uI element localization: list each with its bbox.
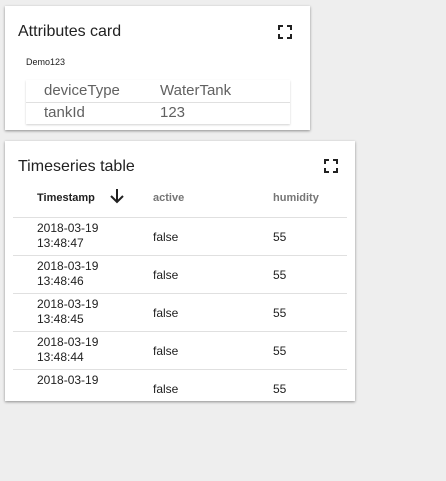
table-row: 2018-03-19 13:48:47 false 55	[13, 218, 347, 256]
table-body: 2018-03-19 13:48:47 false 55 2018-03-19 13…	[13, 218, 347, 394]
cell-humidity: 55	[273, 382, 287, 394]
table-header: Timestamp active humidity	[13, 181, 347, 218]
column-header-active[interactable]: active	[153, 192, 184, 204]
cell-timestamp: 2018-03-19 13:48:46	[37, 259, 127, 289]
cell-date: 2018-03-19	[37, 221, 99, 235]
cell-timestamp: 2018-03-19	[37, 373, 127, 388]
cell-date: 2018-03-19	[37, 259, 99, 273]
arrow-down-icon[interactable]	[108, 187, 126, 205]
cell-date: 2018-03-19	[37, 373, 99, 387]
column-header-humidity[interactable]: humidity	[273, 192, 319, 204]
table-row: 2018-03-19 13:48:45 false 55	[13, 294, 347, 332]
table-row: 2018-03-19 13:48:44 false 55	[13, 332, 347, 370]
cell-date: 2018-03-19	[37, 335, 99, 349]
timeseries-card-title: Timeseries table	[18, 158, 135, 175]
cell-time: 13:48:45	[37, 312, 84, 326]
attribute-row: tankId 123	[26, 102, 290, 124]
cell-humidity: 55	[273, 268, 287, 282]
attribute-key: deviceType	[44, 82, 120, 99]
attribute-value: WaterTank	[160, 82, 232, 99]
cell-timestamp: 2018-03-19 13:48:45	[37, 297, 127, 327]
cell-timestamp: 2018-03-19 13:48:44	[37, 335, 127, 365]
column-header-timestamp[interactable]: Timestamp	[37, 192, 95, 204]
attributes-card-title: Attributes card	[18, 23, 122, 40]
cell-humidity: 55	[273, 230, 287, 244]
cell-timestamp: 2018-03-19 13:48:47	[37, 221, 127, 251]
attribute-key: tankId	[44, 104, 85, 121]
cell-time: 13:48:44	[37, 350, 84, 364]
cell-humidity: 55	[273, 344, 287, 358]
cell-time: 13:48:46	[37, 274, 84, 288]
fullscreen-button[interactable]	[323, 158, 339, 174]
cell-active: false	[153, 344, 179, 358]
attributes-card: Attributes card Demo123 deviceType Water…	[5, 6, 310, 130]
fullscreen-button[interactable]	[277, 24, 293, 40]
table-row: 2018-03-19 13:48:46 false 55	[13, 256, 347, 294]
table-row: 2018-03-19 false 55	[13, 370, 347, 394]
fullscreen-icon	[278, 25, 292, 39]
attributes-table: deviceType WaterTank tankId 123	[26, 80, 290, 124]
timeseries-card: Timeseries table Timestamp active humidi…	[5, 141, 355, 401]
cell-date: 2018-03-19	[37, 297, 99, 311]
cell-time: 13:48:47	[37, 236, 84, 250]
cell-active: false	[153, 382, 179, 394]
entity-name: Demo123	[26, 57, 66, 67]
attribute-value: 123	[160, 104, 186, 121]
attribute-row: deviceType WaterTank	[26, 80, 290, 103]
cell-active: false	[153, 230, 179, 244]
cell-active: false	[153, 306, 179, 320]
cell-humidity: 55	[273, 306, 287, 320]
fullscreen-icon	[324, 159, 338, 173]
cell-active: false	[153, 268, 179, 282]
